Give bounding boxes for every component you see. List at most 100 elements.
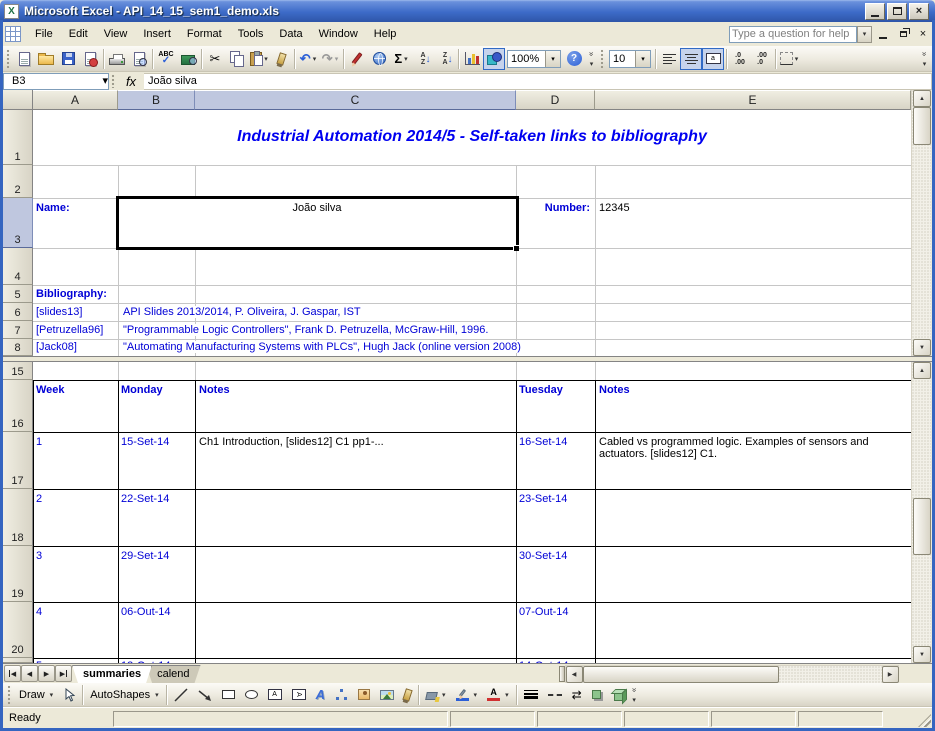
bib-key-cell[interactable]: [Jack08]	[36, 341, 77, 353]
research-button[interactable]	[177, 48, 199, 70]
drawing-toolbar-grip[interactable]	[7, 685, 12, 705]
bib-text-cell[interactable]: "Automating Manufacturing Systems with P…	[123, 341, 524, 353]
decrease-decimal-button[interactable]: .00.0	[751, 48, 773, 70]
row-header-16[interactable]: 16	[3, 380, 33, 432]
line-style-button[interactable]	[519, 685, 543, 705]
tuesday-date-cell[interactable]: 30-Set-14	[519, 550, 567, 562]
scroll-up-button[interactable]: ▲	[913, 90, 931, 107]
scroll-up-button[interactable]: ▲	[913, 362, 931, 379]
row-header-17[interactable]: 17	[3, 432, 33, 489]
tuesday-date-cell[interactable]: 16-Set-14	[519, 436, 567, 448]
dash-style-button[interactable]	[543, 685, 567, 705]
row-header-1[interactable]: 1	[3, 110, 33, 165]
week-cell[interactable]: 2	[36, 493, 42, 505]
ink-button[interactable]	[346, 48, 368, 70]
tab-summaries[interactable]: summaries	[72, 665, 152, 683]
new-button[interactable]	[13, 48, 35, 70]
menu-window[interactable]: Window	[311, 25, 366, 43]
name-box[interactable]: B3 ▾	[3, 73, 109, 90]
print-button[interactable]	[106, 48, 128, 70]
formatting-toolbar-grip[interactable]	[600, 49, 605, 69]
row-header-8[interactable]: 8	[3, 339, 33, 356]
cut-button[interactable]: ✂	[204, 48, 226, 70]
vertical-scroll-thumb[interactable]	[913, 107, 931, 145]
borders-button[interactable]: ▾	[778, 48, 800, 70]
line-color-dropdown-icon[interactable]: ▾	[474, 691, 478, 699]
name-box-dropdown-icon[interactable]: ▾	[102, 74, 108, 89]
save-button[interactable]	[57, 48, 79, 70]
menu-edit[interactable]: Edit	[61, 25, 96, 43]
help-question-input[interactable]	[729, 26, 857, 43]
toolbar-options-button[interactable]: » ▾	[585, 48, 598, 70]
row-header-5[interactable]: 5	[3, 285, 33, 303]
title-bar[interactable]: X Microsoft Excel - API_14_15_sem1_demo.…	[0, 0, 935, 22]
menu-help[interactable]: Help	[366, 25, 405, 43]
row-header-15[interactable]: 15	[3, 362, 33, 380]
sheet-bottom-pane[interactable]: 15 16 17 18 19 20 Week Monday Notes Tues…	[3, 362, 911, 663]
undo-button[interactable]: ↶▾	[297, 48, 319, 70]
horizontal-scroll-thumb[interactable]	[583, 666, 779, 683]
bib-text-cell[interactable]: "Programmable Logic Controllers", Frank …	[123, 324, 491, 336]
font-color-dropdown-icon[interactable]: ▾	[505, 691, 509, 699]
row-header-3[interactable]: 3	[3, 198, 33, 248]
row-header-7[interactable]: 7	[3, 321, 33, 339]
draw-menu-button[interactable]: Draw▾	[14, 685, 58, 705]
sort-descending-button[interactable]: ZA ↓	[434, 48, 456, 70]
arrow-tool-button[interactable]	[193, 685, 217, 705]
vertical-scroll-thumb[interactable]	[913, 498, 931, 555]
help-button[interactable]: ?	[563, 48, 585, 70]
next-sheet-button[interactable]: ▶	[38, 665, 55, 682]
maximize-button[interactable]	[887, 3, 907, 20]
row-header-2[interactable]: 2	[3, 165, 33, 198]
arrow-style-button[interactable]: ⇄	[567, 685, 587, 705]
notes-header-cell[interactable]: Notes	[199, 384, 230, 396]
clip-art-button[interactable]	[353, 685, 375, 705]
increase-decimal-button[interactable]: .0.00	[729, 48, 751, 70]
autosum-button[interactable]: Σ▾	[390, 48, 412, 70]
sheet-title-cell[interactable]: Industrial Automation 2014/5 - Self-take…	[33, 112, 911, 162]
zoom-combo[interactable]: 100% ▾	[507, 50, 561, 68]
help-question-dropdown-icon[interactable]: ▾	[857, 26, 872, 43]
monday-notes-cell[interactable]: Ch1 Introduction, [slides12] C1 pp1-...	[199, 436, 509, 448]
drawing-toolbar-options-button[interactable]: » ▾	[628, 684, 641, 706]
column-header-c[interactable]: C	[195, 90, 516, 110]
menu-view[interactable]: View	[96, 25, 136, 43]
ink-drawing-button[interactable]	[399, 685, 416, 705]
column-header-d[interactable]: D	[516, 90, 595, 110]
redo-button[interactable]: ↷▾	[319, 48, 341, 70]
diagram-button[interactable]	[330, 685, 353, 705]
text-box-button[interactable]: A	[263, 685, 287, 705]
bib-key-cell[interactable]: [slides13]	[36, 306, 82, 318]
row-header-6[interactable]: 6	[3, 303, 33, 321]
workbook-minimize-button[interactable]	[874, 26, 892, 42]
monday-date-cell[interactable]: 06-Out-14	[121, 606, 171, 618]
column-header-e[interactable]: E	[595, 90, 911, 110]
redo-dropdown-icon[interactable]: ▾	[335, 55, 339, 63]
select-objects-button[interactable]	[58, 685, 80, 705]
tab-calend[interactable]: calend	[146, 665, 200, 683]
bib-text-cell[interactable]: API Slides 2013/2014, P. Oliveira, J. Ga…	[123, 306, 364, 318]
menu-tools[interactable]: Tools	[230, 25, 272, 43]
row-header-18[interactable]: 18	[3, 489, 33, 546]
drawing-toolbar-button[interactable]	[483, 48, 505, 70]
copy-button[interactable]	[226, 48, 248, 70]
insert-picture-button[interactable]	[375, 685, 399, 705]
last-sheet-button[interactable]: ▶	[55, 665, 72, 682]
menu-format[interactable]: Format	[179, 25, 230, 43]
monday-date-cell[interactable]: 15-Set-14	[121, 436, 169, 448]
threed-style-button[interactable]	[606, 685, 628, 705]
sort-ascending-button[interactable]: AZ ↓	[412, 48, 434, 70]
menu-data[interactable]: Data	[271, 25, 310, 43]
rectangle-tool-button[interactable]	[217, 685, 240, 705]
previous-sheet-button[interactable]: ◀	[21, 665, 38, 682]
fill-color-dropdown-icon[interactable]: ▾	[442, 691, 446, 699]
bibliography-label-cell[interactable]: Bibliography:	[36, 288, 110, 300]
week-header-cell[interactable]: Week	[36, 384, 65, 396]
window-resize-grip[interactable]	[918, 714, 931, 727]
tuesday-header-cell[interactable]: Tuesday	[519, 384, 563, 396]
print-preview-button[interactable]	[128, 48, 150, 70]
shadow-style-button[interactable]	[587, 685, 606, 705]
menu-file[interactable]: File	[27, 25, 61, 43]
notes2-header-cell[interactable]: Notes	[599, 384, 630, 396]
fill-color-button[interactable]: ▾	[421, 685, 451, 705]
